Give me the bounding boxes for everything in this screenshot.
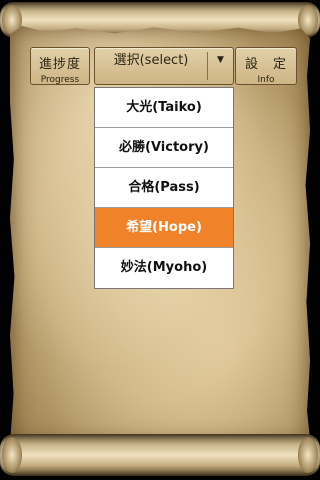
progress-button-label: 進捗度 <box>38 57 81 72</box>
select-dropdown-label: 選択(select) <box>113 53 189 68</box>
select-dropdown[interactable]: 選択(select) ▼ <box>94 47 234 85</box>
info-button-label: 設 定 <box>244 57 287 72</box>
option-taiko[interactable]: 大光(Taiko) <box>95 88 233 128</box>
progress-button-sublabel: Progress <box>40 75 80 85</box>
scroll-roll-left-end <box>2 437 22 473</box>
info-button[interactable]: 設 定 Info <box>235 47 297 85</box>
option-myoho[interactable]: 妙法(Myoho) <box>95 248 233 288</box>
triangle-down-icon[interactable]: ▼ <box>208 48 233 74</box>
scroll-roll-right-end <box>298 437 318 473</box>
progress-button[interactable]: 進捗度 Progress <box>30 47 90 85</box>
option-hope[interactable]: 希望(Hope) <box>95 208 233 248</box>
info-button-sublabel: Info <box>257 75 275 85</box>
option-pass[interactable]: 合格(Pass) <box>95 168 233 208</box>
option-victory[interactable]: 必勝(Victory) <box>95 128 233 168</box>
scroll-bottom-roll <box>0 434 320 476</box>
select-options-list: 大光(Taiko) 必勝(Victory) 合格(Pass) 希望(Hope) … <box>94 87 234 289</box>
